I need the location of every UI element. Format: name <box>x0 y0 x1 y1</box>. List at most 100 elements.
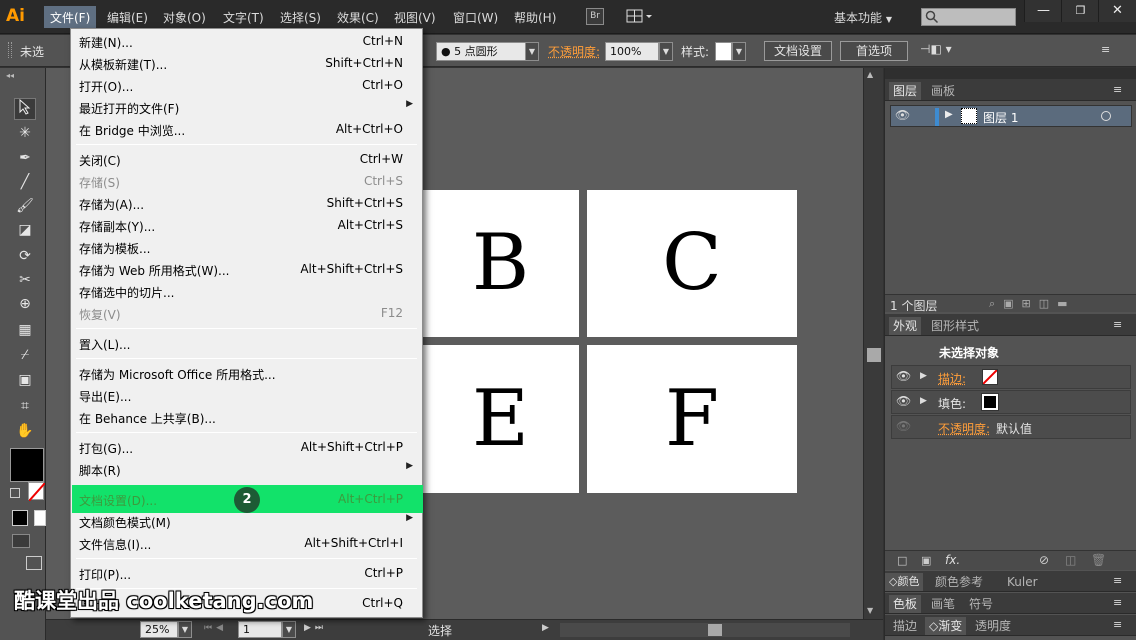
menu-item-export[interactable]: 导出(E)... <box>72 384 423 406</box>
panel-menu-icon[interactable]: ≡ <box>1113 318 1122 331</box>
eyedropper-tool-icon[interactable]: ⌿ <box>14 345 36 365</box>
magic-wand-tool-icon[interactable]: ✳ <box>14 123 36 143</box>
stroke-profile-field[interactable]: ● 5 点圆形 <box>436 42 526 61</box>
chevron-down-icon[interactable]: ▼ <box>282 621 296 638</box>
menu-view[interactable]: 视图(V) <box>394 9 436 26</box>
pen-tool-icon[interactable]: ✒ <box>14 148 36 168</box>
menu-item-save-slices[interactable]: 存储选中的切片... <box>72 280 423 302</box>
chevron-down-icon[interactable]: ▼ <box>525 42 539 61</box>
tab-transparency[interactable]: 透明度 <box>971 617 1015 635</box>
delete-item-icon[interactable]: 🗑 <box>1091 553 1106 567</box>
menu-item-new[interactable]: 新建(N)... Ctrl+N <box>72 30 423 52</box>
menu-item-browse-bridge[interactable]: 在 Bridge 中浏览... Alt+Ctrl+O <box>72 118 423 140</box>
stroke-label[interactable]: 描边: <box>938 370 966 387</box>
warp-tool-icon[interactable]: ✂ <box>14 270 36 290</box>
appearance-fill-row[interactable]: 👁 ▶ 填色: <box>891 390 1131 414</box>
horizontal-scrollbar[interactable] <box>560 623 850 637</box>
menu-item-close[interactable]: 关闭(C) Ctrl+W <box>72 148 423 170</box>
mesh-tool-icon[interactable]: ▦ <box>14 320 36 340</box>
line-tool-icon[interactable]: ╱ <box>14 172 36 192</box>
status-menu-icon[interactable]: ▶ <box>542 623 549 633</box>
style-swatch[interactable] <box>715 42 732 61</box>
menu-item-scripts[interactable]: 脚本(R) ▶ <box>72 458 423 480</box>
artboard-number-field[interactable]: 1 <box>238 621 282 638</box>
artboard-tile[interactable]: E <box>422 345 579 493</box>
artboard-nav-first-icon[interactable]: ⏮◀ <box>204 623 227 633</box>
panel-menu-icon[interactable]: ≡ <box>1113 574 1122 587</box>
menu-item-save-ms-office[interactable]: 存储为 Microsoft Office 所用格式... <box>72 362 423 384</box>
stroke-color-swatch[interactable] <box>28 482 46 502</box>
duplicate-item-icon[interactable]: ◫ <box>1065 553 1076 567</box>
paintbrush-tool-icon[interactable]: 🖌 <box>14 196 36 216</box>
stroke-none-swatch[interactable] <box>982 369 998 385</box>
tab-swatches[interactable]: 色板 <box>889 595 922 613</box>
menu-window[interactable]: 窗口(W) <box>453 9 498 26</box>
menu-item-save-for-web[interactable]: 存储为 Web 所用格式(W)... Alt+Shift+Ctrl+S <box>72 258 423 280</box>
align-options-icon[interactable]: ⊣◧ ▾ <box>920 42 952 56</box>
color-mode-icon[interactable] <box>12 510 28 526</box>
menu-item-save-copy[interactable]: 存储副本(Y)... Alt+Ctrl+S <box>72 214 423 236</box>
artboard-nav-next-icon[interactable]: ▶⏭ <box>304 623 327 633</box>
artboard-tile[interactable]: B <box>422 190 579 337</box>
panel-grip[interactable] <box>8 42 12 58</box>
menu-item-place[interactable]: 置入(L)... <box>72 332 423 354</box>
menu-select[interactable]: 选择(S) <box>280 9 321 26</box>
expand-arrow-icon[interactable]: ▶ <box>945 109 953 120</box>
menu-item-new-from-template[interactable]: 从模板新建(T)... Shift+Ctrl+N <box>72 52 423 74</box>
symbol-sprayer-tool-icon[interactable]: ▣ <box>14 370 36 390</box>
help-search-input[interactable] <box>921 8 1016 26</box>
scroll-thumb[interactable] <box>708 624 722 636</box>
menu-file[interactable]: 文件(F) <box>44 6 97 28</box>
add-fill-icon[interactable]: ▣ <box>921 554 931 567</box>
eye-icon[interactable]: 👁 <box>896 394 911 408</box>
expand-arrow-icon[interactable]: ▶ <box>920 396 927 406</box>
hand-tool-icon[interactable]: ✋ <box>14 421 36 441</box>
menu-help[interactable]: 帮助(H) <box>514 9 556 26</box>
artboard-tile[interactable]: C <box>587 190 797 337</box>
layer-name[interactable]: 图层 1 <box>983 109 1018 126</box>
arrange-documents-icon[interactable] <box>626 9 654 25</box>
menu-object[interactable]: 对象(O) <box>163 9 206 26</box>
eye-icon[interactable]: 👁 <box>896 369 911 383</box>
menu-item-file-info[interactable]: 文件信息(I)... Alt+Shift+Ctrl+I <box>72 532 423 554</box>
eye-icon[interactable]: 👁 <box>895 108 910 122</box>
fill-color-swatch[interactable] <box>10 448 44 482</box>
menu-item-print[interactable]: 打印(P)... Ctrl+P <box>72 562 423 584</box>
bridge-button[interactable]: Br <box>586 8 604 25</box>
layer-actions-icons[interactable]: ⌕▣⊞◫▬ <box>989 297 1076 311</box>
dock-header[interactable] <box>885 68 1136 79</box>
chevron-down-icon[interactable]: ▼ <box>732 42 746 61</box>
target-icon[interactable] <box>1101 111 1111 121</box>
tab-brushes[interactable]: 画笔 <box>927 595 959 613</box>
scroll-up-icon[interactable]: ▲ <box>867 70 873 79</box>
menu-effect[interactable]: 效果(C) <box>337 9 379 26</box>
appearance-opacity-row[interactable]: 👁 不透明度: 默认值 <box>891 415 1131 439</box>
opacity-label[interactable]: 不透明度: <box>548 43 600 60</box>
maximize-button[interactable]: ❐ <box>1061 0 1099 22</box>
tab-kuler[interactable]: Kuler <box>1003 573 1042 591</box>
draw-mode-icon[interactable] <box>12 534 30 548</box>
default-colors-icon[interactable] <box>10 488 20 498</box>
tab-stroke[interactable]: 描边 <box>889 617 921 635</box>
expand-arrow-icon[interactable]: ▶ <box>920 371 927 381</box>
minimize-button[interactable]: — <box>1024 0 1062 22</box>
scroll-thumb[interactable] <box>867 348 881 362</box>
selection-tool-icon[interactable] <box>14 98 36 119</box>
opacity-label[interactable]: 不透明度: <box>938 420 990 437</box>
tab-layers[interactable]: 图层 <box>889 82 922 100</box>
panel-menu-icon[interactable]: ≡ <box>1101 43 1110 56</box>
tab-artboards[interactable]: 画板 <box>927 82 959 100</box>
panel-menu-icon[interactable]: ≡ <box>1113 83 1122 96</box>
opacity-field[interactable]: 100% <box>605 42 659 61</box>
rotate-tool-icon[interactable]: ⟳ <box>14 246 36 266</box>
add-stroke-icon[interactable]: □ <box>897 554 907 567</box>
menu-item-save-as-template[interactable]: 存储为模板... <box>72 236 423 258</box>
panel-menu-icon[interactable]: ≡ <box>1113 596 1122 609</box>
menu-type[interactable]: 文字(T) <box>223 9 264 26</box>
zoom-field[interactable]: 25% <box>140 621 178 638</box>
menu-edit[interactable]: 编辑(E) <box>107 9 148 26</box>
menu-item-open[interactable]: 打开(O)... Ctrl+O <box>72 74 423 96</box>
tab-graphic-styles[interactable]: 图形样式 <box>927 317 983 335</box>
fill-black-swatch[interactable] <box>981 393 999 411</box>
add-effect-button[interactable]: fx. <box>945 553 960 567</box>
